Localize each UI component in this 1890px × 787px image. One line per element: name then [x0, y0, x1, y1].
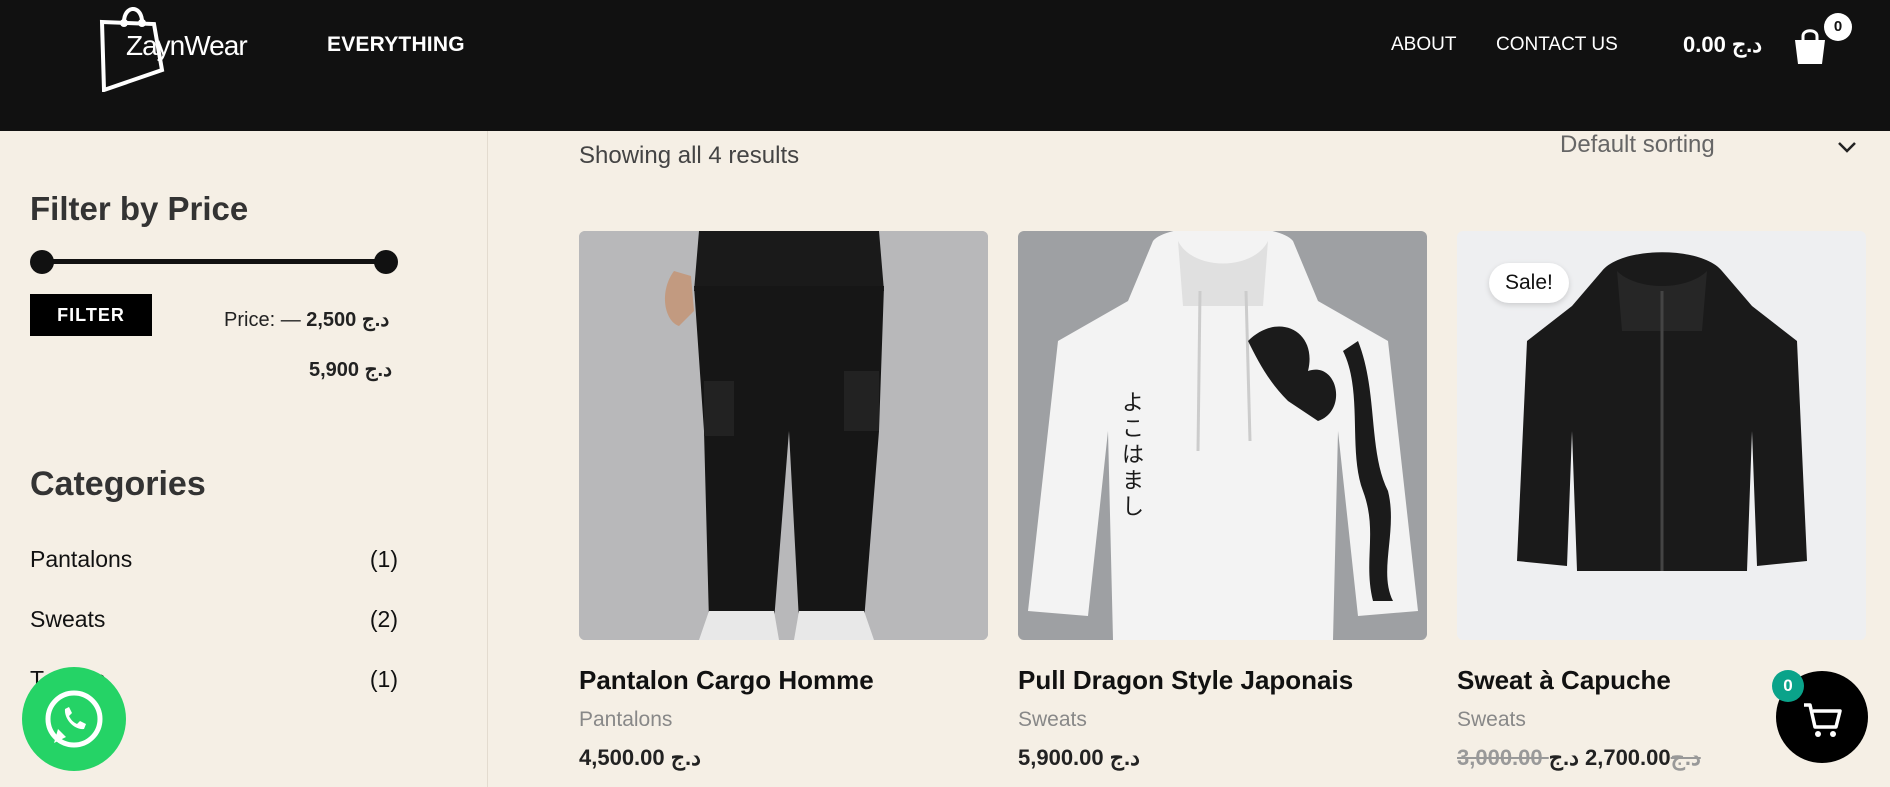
- product-category[interactable]: Sweats: [1018, 708, 1087, 732]
- category-label[interactable]: Sweats: [30, 606, 105, 632]
- nav-about[interactable]: ABOUT: [1391, 34, 1456, 56]
- sale-badge: Sale!: [1489, 263, 1569, 303]
- filter-by-price-heading: Filter by Price: [30, 190, 249, 227]
- category-count: (2): [369, 606, 398, 632]
- results-count: Showing all 4 results: [579, 142, 800, 169]
- price-min-value: 2,500 د.ج: [306, 309, 390, 331]
- product-sale-price: 2,700.00 د.ج: [1548, 745, 1671, 770]
- price-slider-max-handle[interactable]: [374, 250, 398, 274]
- price-slider-min-handle[interactable]: [30, 250, 54, 274]
- product-name[interactable]: Pantalon Cargo Homme: [579, 665, 874, 696]
- logo-text: ZaynWear: [126, 30, 248, 61]
- whatsapp-icon: [45, 690, 103, 748]
- category-item-pantalons[interactable]: Pantalons (1): [30, 546, 398, 573]
- category-label[interactable]: Pantalons: [30, 546, 132, 572]
- product-price-group: 3,000.00 د.ج2,700.00 د.ج: [1457, 745, 1709, 771]
- cargo-pants-image: [579, 231, 988, 640]
- price-max-value: 5,900 د.ج: [309, 359, 392, 381]
- product-category[interactable]: Sweats: [1457, 708, 1526, 732]
- site-header: ZaynWear EVERYTHING ABOUT CONTACT US 0.0…: [0, 0, 1890, 131]
- site-logo[interactable]: ZaynWear: [96, 0, 266, 92]
- product-price: 5,900.00 د.ج: [1018, 745, 1140, 770]
- product-card[interactable]: Pantalon Cargo Homme Pantalons 4,500.00 …: [579, 231, 988, 770]
- category-item-sweats[interactable]: Sweats (2): [30, 606, 398, 633]
- filter-button[interactable]: FILTER: [30, 294, 152, 336]
- whatsapp-button[interactable]: [22, 667, 126, 771]
- product-name[interactable]: Pull Dragon Style Japonais: [1018, 665, 1353, 696]
- price-label: Price:: [224, 309, 276, 331]
- nav-contact-us[interactable]: CONTACT US: [1496, 34, 1618, 56]
- price-range-label: Price: — 2,500 د.ج: [224, 307, 389, 332]
- dragon-hoodie-image: [1018, 231, 1427, 640]
- categories-heading: Categories: [30, 465, 206, 503]
- product-price: 4,500.00 د.ج: [579, 745, 701, 770]
- product-category[interactable]: Pantalons: [579, 708, 672, 732]
- category-count: (1): [369, 666, 398, 692]
- price-slider-track[interactable]: [42, 259, 386, 264]
- hoodie-sleeve-text: よこはまし: [1122, 391, 1145, 520]
- header-cart-total[interactable]: 0.00 د.ج: [1683, 32, 1762, 58]
- product-image-cargo-pants[interactable]: [579, 231, 988, 640]
- product-card[interactable]: よこはまし Pull Dragon Style Japonais Sweats …: [1018, 231, 1427, 770]
- header-cart-count-badge: 0: [1824, 13, 1852, 41]
- sidebar-divider: [487, 131, 488, 787]
- sorting-select[interactable]: Default sorting: [1560, 131, 1715, 159]
- product-name[interactable]: Sweat à Capuche: [1457, 665, 1671, 696]
- product-image-hoodie-zip[interactable]: Sale!: [1457, 231, 1866, 640]
- nav-everything[interactable]: EVERYTHING: [327, 33, 465, 57]
- product-image-dragon-hoodie[interactable]: よこはまし: [1018, 231, 1427, 640]
- chevron-down-icon[interactable]: [1836, 136, 1858, 158]
- floating-cart-count-badge: 0: [1772, 670, 1804, 702]
- product-card[interactable]: Sale! Sweat à Capuche Sweats 3,000.00 د.…: [1457, 231, 1866, 770]
- category-count: (1): [369, 546, 398, 572]
- price-separator: —: [280, 309, 301, 331]
